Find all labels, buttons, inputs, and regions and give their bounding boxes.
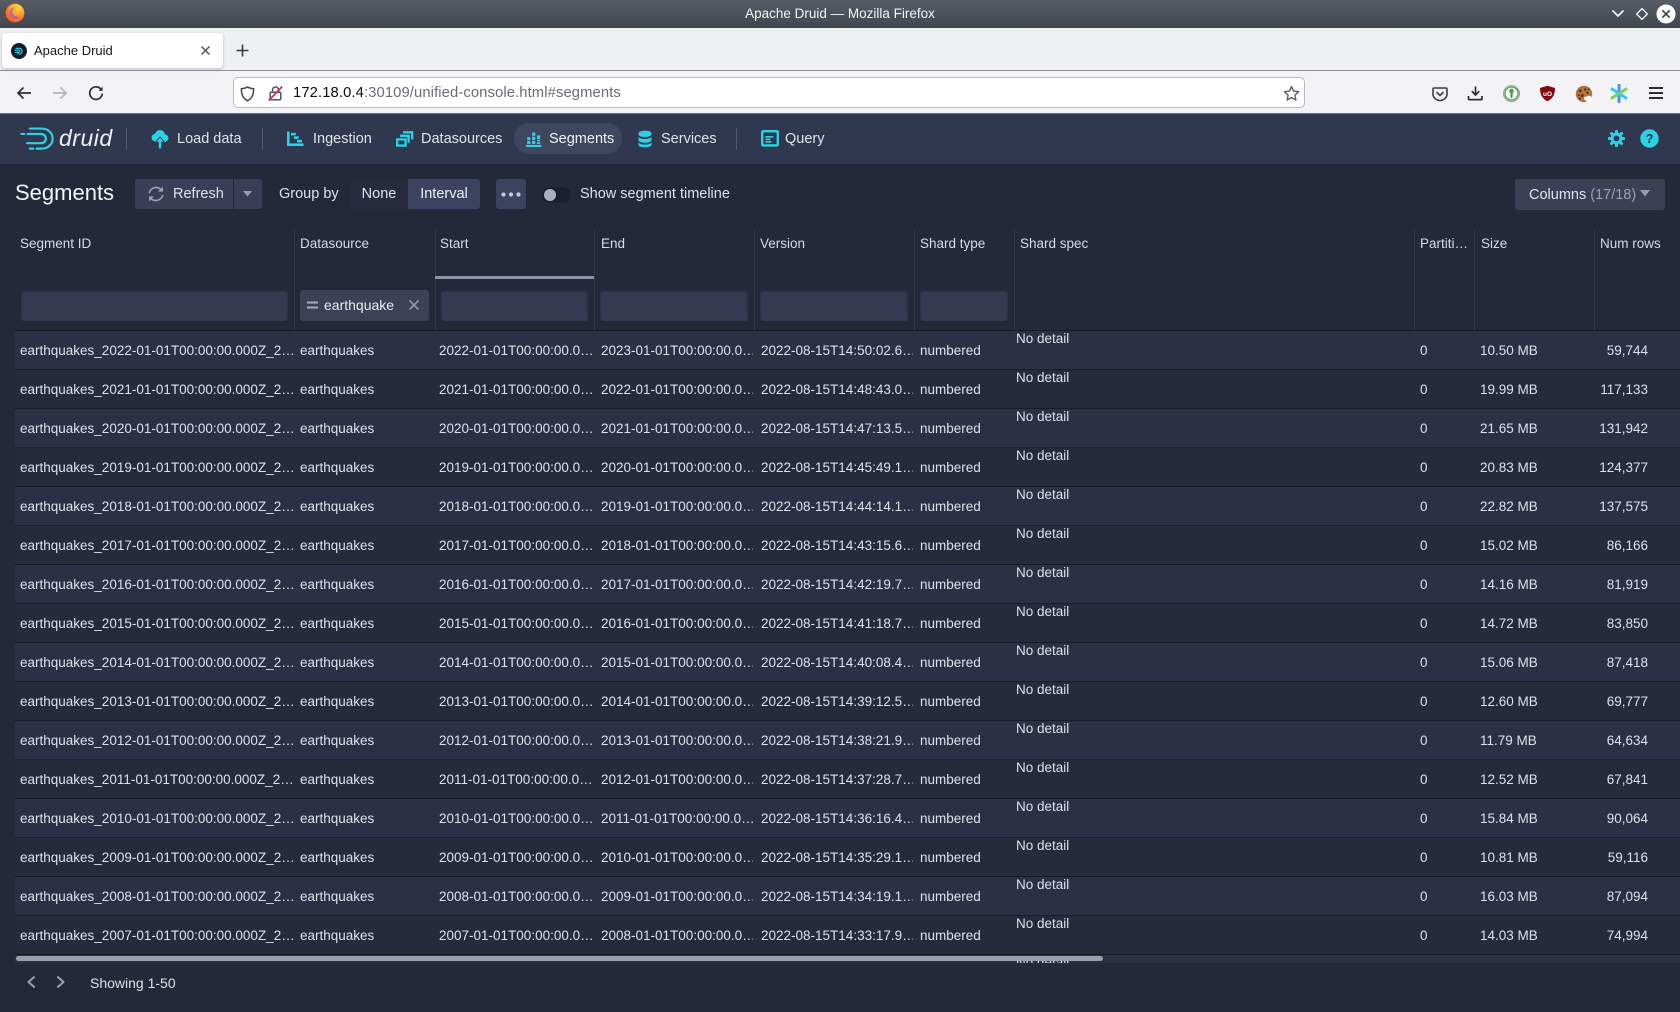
svg-text:uO: uO	[1543, 91, 1552, 98]
svg-text:?: ?	[1646, 132, 1654, 146]
